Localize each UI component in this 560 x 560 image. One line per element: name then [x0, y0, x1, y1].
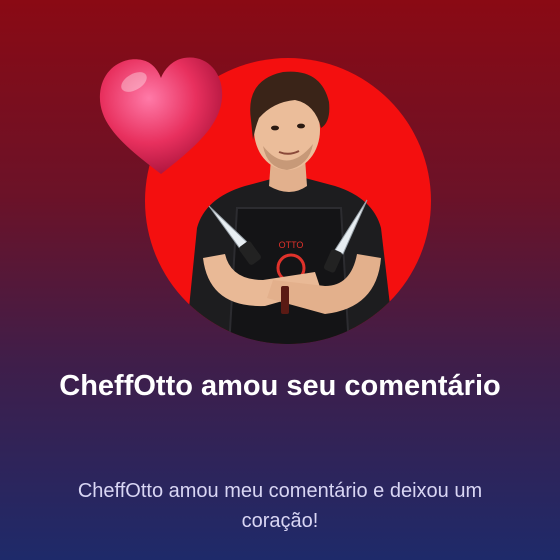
notification-message: CheffOtto amou meu comentário e deixou u… [77, 480, 483, 532]
heart-icon [99, 57, 223, 174]
apron-text: OTTO [279, 240, 304, 250]
love-reaction-notification: OTTO CheffOtto amou seu comentário Cheff… [0, 0, 560, 560]
notification-title: CheffOtto amou seu comentário [59, 370, 501, 402]
